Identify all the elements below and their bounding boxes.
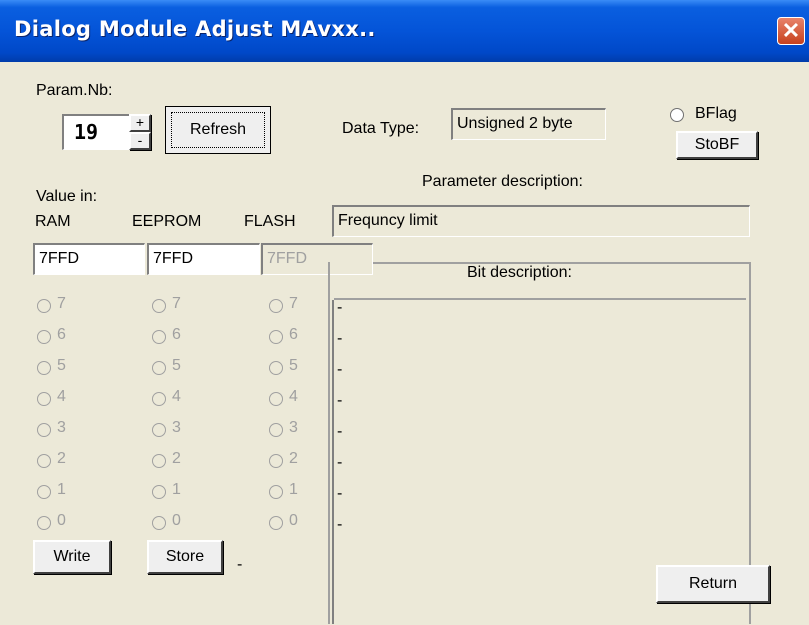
store-button[interactable]: Store <box>147 540 223 574</box>
flash-bit-6-label: 6 <box>289 326 298 343</box>
flash-bit-5-radio <box>269 361 283 375</box>
param-description-value: Frequncy limit <box>332 205 750 237</box>
eeprom-bit-0-radio <box>152 516 166 530</box>
ram-bit-7-label: 7 <box>57 295 66 312</box>
bit-description-item: - <box>337 454 343 471</box>
ram-bit-5-radio <box>37 361 51 375</box>
flash-value-input: 7FFD <box>261 243 373 275</box>
return-button[interactable]: Return <box>656 565 770 603</box>
bit-description-item: - <box>337 516 343 533</box>
stobf-button[interactable]: StoBF <box>676 131 758 159</box>
ram-bit-2-radio <box>37 454 51 468</box>
ram-bit-1-radio <box>37 485 51 499</box>
flash-bit-6-radio <box>269 330 283 344</box>
ram-bit-3-radio <box>37 423 51 437</box>
data-type-value: Unsigned 2 byte <box>451 108 606 140</box>
data-type-label: Data Type: <box>342 120 420 137</box>
flash-bit-4-label: 4 <box>289 388 298 405</box>
ram-bit-3-label: 3 <box>57 419 66 436</box>
flash-bit-3-label: 3 <box>289 419 298 436</box>
ram-bit-0-label: 0 <box>57 512 66 529</box>
ram-bit-4-label: 4 <box>57 388 66 405</box>
eeprom-bit-7-radio <box>152 299 166 313</box>
write-button[interactable]: Write <box>33 540 111 574</box>
flash-bit-1-radio <box>269 485 283 499</box>
ram-bit-5-label: 5 <box>57 357 66 374</box>
bit-description-item: - <box>337 392 343 409</box>
close-button[interactable]: ✕ <box>777 17 805 45</box>
ram-bit-6-radio <box>37 330 51 344</box>
bit-description-item: - <box>337 330 343 347</box>
status-dash: - <box>237 556 243 573</box>
bit-group-left-edge <box>328 262 330 624</box>
bit-description-header-line <box>334 298 746 300</box>
ram-value-input[interactable]: 7FFD <box>33 243 145 275</box>
eeprom-bit-2-radio <box>152 454 166 468</box>
flash-bit-2-label: 2 <box>289 450 298 467</box>
bit-description-item: - <box>337 485 343 502</box>
dialog-body: Param.Nb: 19 + - Refresh Data Type: Unsi… <box>4 62 809 625</box>
flash-bit-5-label: 5 <box>289 357 298 374</box>
flash-bit-7-radio <box>269 299 283 313</box>
param-nb-label: Param.Nb: <box>36 82 113 99</box>
bit-description-label: Bit description: <box>463 264 576 282</box>
window-title: Dialog Module Adjust MAvxx.. <box>14 17 376 41</box>
eeprom-bit-2-label: 2 <box>172 450 181 467</box>
eeprom-bit-7-label: 7 <box>172 295 181 312</box>
bflag-radio[interactable] <box>670 108 684 122</box>
flash-bit-4-radio <box>269 392 283 406</box>
bit-description-item: - <box>337 361 343 378</box>
title-bar: Dialog Module Adjust MAvxx.. ✕ <box>0 0 809 62</box>
value-in-label: Value in: <box>36 188 98 205</box>
param-up-button[interactable]: + <box>129 114 151 132</box>
eeprom-label: EEPROM <box>132 213 202 230</box>
flash-bit-0-label: 0 <box>289 512 298 529</box>
param-description-label: Parameter description: <box>422 173 583 190</box>
bit-description-item: - <box>337 299 343 316</box>
bit-description-item: - <box>337 423 343 440</box>
ram-bit-6-label: 6 <box>57 326 66 343</box>
eeprom-bit-6-radio <box>152 330 166 344</box>
close-icon: ✕ <box>781 18 801 43</box>
ram-bit-4-radio <box>37 392 51 406</box>
eeprom-bit-3-radio <box>152 423 166 437</box>
eeprom-value-input[interactable]: 7FFD <box>147 243 260 275</box>
flash-bit-0-radio <box>269 516 283 530</box>
eeprom-bit-5-radio <box>152 361 166 375</box>
flash-label: FLASH <box>244 213 296 230</box>
eeprom-bit-6-label: 6 <box>172 326 181 343</box>
ram-bit-0-radio <box>37 516 51 530</box>
eeprom-bit-4-label: 4 <box>172 388 181 405</box>
bflag-label: BFlag <box>695 105 737 122</box>
eeprom-bit-1-radio <box>152 485 166 499</box>
param-nb-input[interactable]: 19 <box>62 114 130 150</box>
bit-description-list-edge <box>332 300 334 624</box>
param-down-button[interactable]: - <box>129 132 151 150</box>
eeprom-bit-0-label: 0 <box>172 512 181 529</box>
flash-bit-7-label: 7 <box>289 295 298 312</box>
ram-label: RAM <box>35 213 71 230</box>
eeprom-bit-5-label: 5 <box>172 357 181 374</box>
eeprom-bit-4-radio <box>152 392 166 406</box>
flash-bit-2-radio <box>269 454 283 468</box>
eeprom-bit-3-label: 3 <box>172 419 181 436</box>
eeprom-bit-1-label: 1 <box>172 481 181 498</box>
flash-bit-3-radio <box>269 423 283 437</box>
refresh-button-label: Refresh <box>171 112 265 148</box>
ram-bit-2-label: 2 <box>57 450 66 467</box>
ram-bit-1-label: 1 <box>57 481 66 498</box>
flash-bit-1-label: 1 <box>289 481 298 498</box>
ram-bit-7-radio <box>37 299 51 313</box>
refresh-button[interactable]: Refresh <box>165 106 271 154</box>
